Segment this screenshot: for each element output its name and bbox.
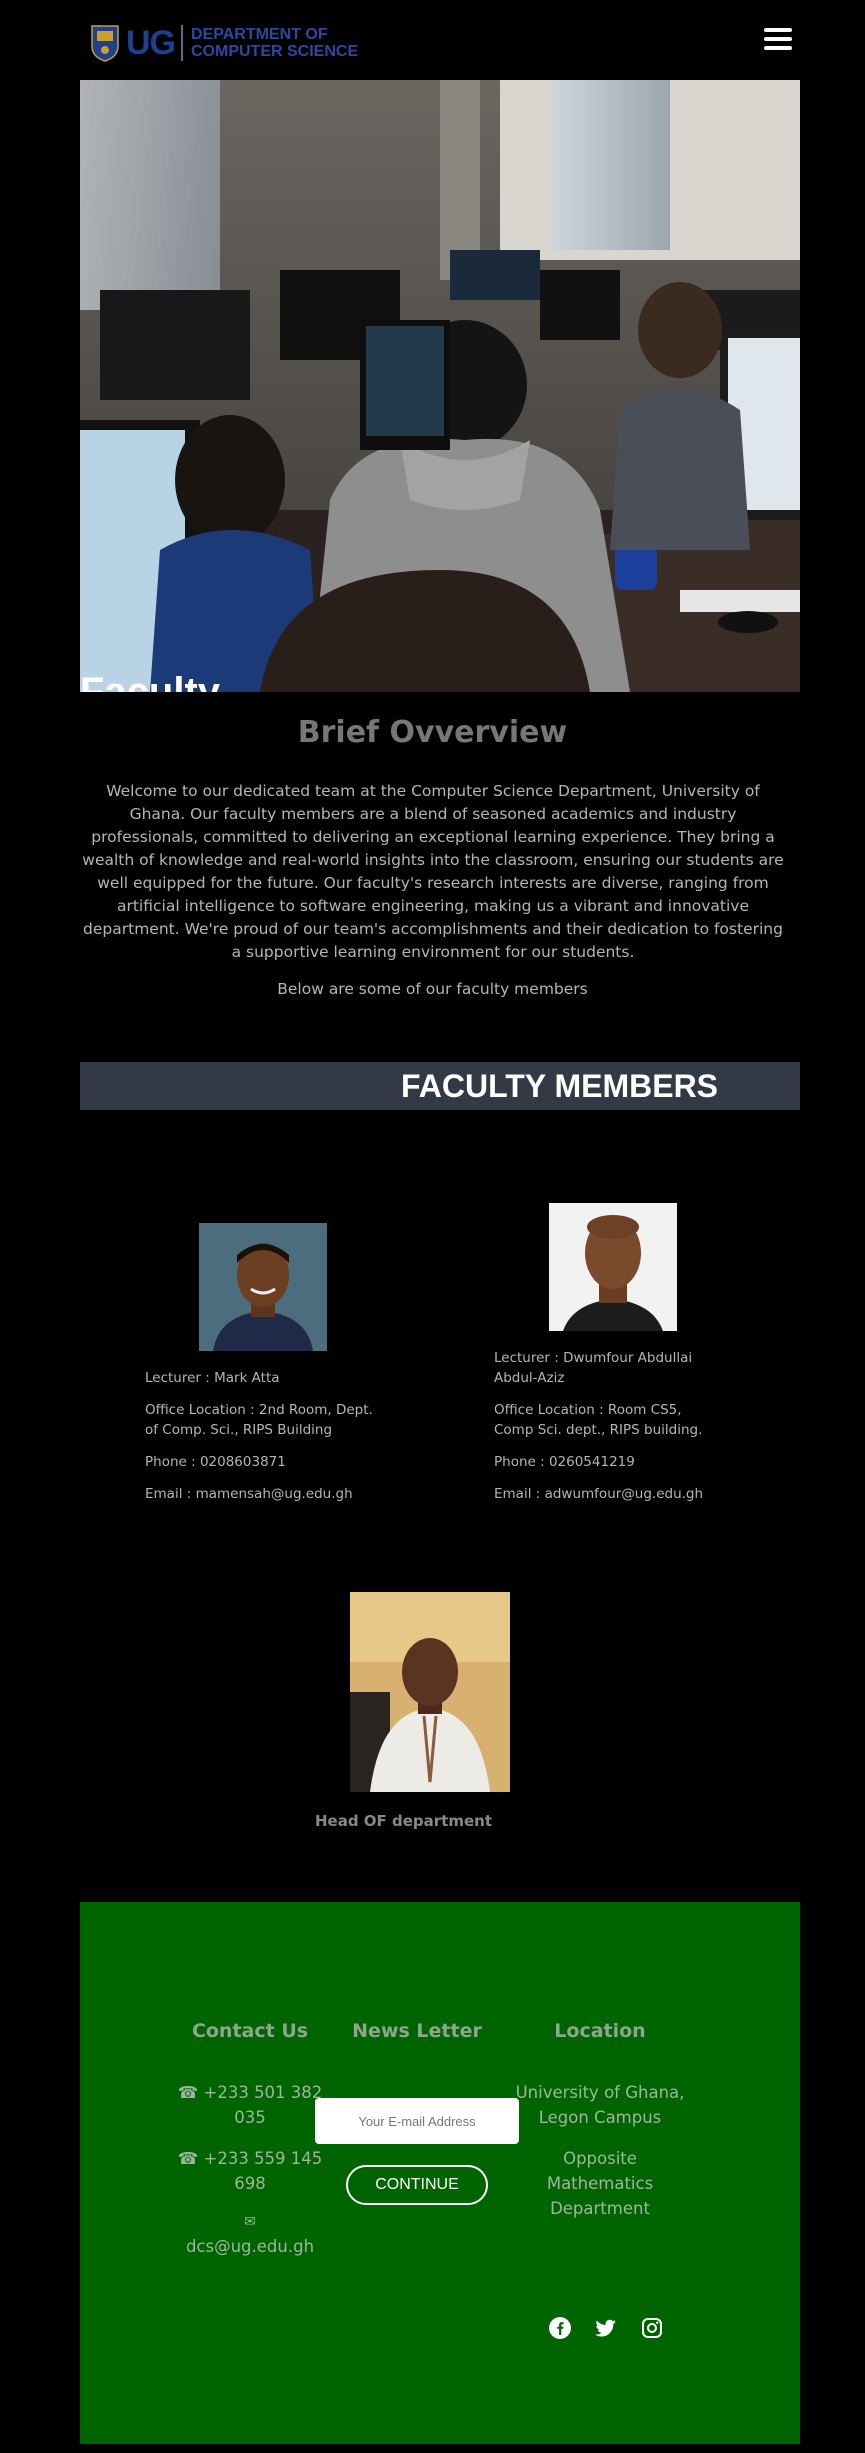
hamburger-menu-icon[interactable]	[764, 28, 792, 54]
logo-ug-text: UG	[126, 23, 176, 62]
university-crest-icon	[91, 25, 119, 62]
faculty-office-location: Office Location : 2nd Room, Dept. of Com…	[145, 1402, 373, 1438]
hero-classroom-image	[80, 80, 800, 692]
instagram-icon[interactable]	[640, 2316, 664, 2340]
newsletter-email-input[interactable]	[315, 2098, 519, 2144]
location-line-1: University of Ghana, Legon Campus	[515, 2083, 685, 2127]
contact-phone-2[interactable]: ☎ +233 559 145 698	[175, 2146, 325, 2196]
faculty-card-2: Lecturer : Dwumfour Abdullai Abdul-Aziz …	[494, 1348, 724, 1516]
hero-title: Faculty	[80, 670, 221, 692]
logo-dept-line2: COMPUTER SCIENCE	[191, 43, 359, 60]
site-header: UG DEPARTMENT OF COMPUTER SCIENCE	[0, 0, 865, 80]
faculty-phone: Phone : 0260541219	[494, 1454, 635, 1470]
contact-email[interactable]: dcs@ug.edu.gh	[175, 2234, 325, 2259]
faculty-photo-mark-atta	[199, 1223, 327, 1351]
twitter-icon[interactable]	[594, 2316, 618, 2340]
faculty-office-location: Office Location : Room CS5, Comp Sci. de…	[494, 1402, 703, 1438]
hod-label: Head OF department	[314, 1812, 493, 1830]
menu-bar	[764, 28, 792, 32]
menu-bar	[764, 37, 792, 41]
overview-title: Brief Ovverview	[297, 715, 568, 750]
faculty-email[interactable]: Email : adwumfour@ug.edu.gh	[494, 1484, 724, 1504]
location-line-2: Opposite Mathematics Department	[546, 2149, 654, 2218]
newsletter-continue-button[interactable]: CONTINUE	[346, 2165, 488, 2205]
overview-text: Welcome to our dedicated team at the Com…	[82, 782, 784, 961]
contact-phone-1[interactable]: ☎ +233 501 382 035	[175, 2080, 325, 2130]
mail-icon: ✉	[244, 2214, 256, 2230]
logo-dept-text: DEPARTMENT OF COMPUTER SCIENCE	[191, 26, 358, 60]
logo-dept-line1: DEPARTMENT OF	[191, 26, 328, 43]
faculty-email[interactable]: Email : mamensah@ug.edu.gh	[145, 1484, 375, 1504]
faculty-phone: Phone : 0208603871	[145, 1454, 286, 1470]
faculty-portrait-image	[199, 1223, 327, 1351]
faculty-photo-dwumfour	[549, 1203, 677, 1331]
hod-portrait-image	[350, 1592, 510, 1792]
faculty-card-1: Lecturer : Mark Atta Office Location : 2…	[145, 1368, 375, 1516]
site-footer: Contact Us ☎ +233 501 382 035 ☎ +233 559…	[80, 1902, 800, 2444]
site-logo[interactable]: UG DEPARTMENT OF COMPUTER SCIENCE	[90, 22, 358, 64]
contact-us-title: Contact Us	[191, 2020, 309, 2042]
hero-banner: Faculty	[80, 80, 800, 692]
menu-bar	[764, 46, 792, 50]
faculty-portrait-image	[549, 1203, 677, 1331]
hod-photo	[350, 1592, 510, 1792]
faculty-lecturer-name: Lecturer : Dwumfour Abdullai Abdul-Aziz	[494, 1350, 693, 1386]
faculty-members-heading: FACULTY MEMBERS	[400, 1068, 719, 1104]
newsletter-title: News Letter	[352, 2020, 482, 2042]
faculty-members-bar: FACULTY MEMBERS	[80, 1062, 800, 1110]
facebook-icon[interactable]	[548, 2316, 572, 2340]
overview-subtext: Below are some of our faculty members	[277, 980, 588, 998]
logo-divider	[181, 25, 183, 61]
location-title: Location	[554, 2020, 646, 2042]
faculty-lecturer-name: Lecturer : Mark Atta	[145, 1370, 280, 1386]
